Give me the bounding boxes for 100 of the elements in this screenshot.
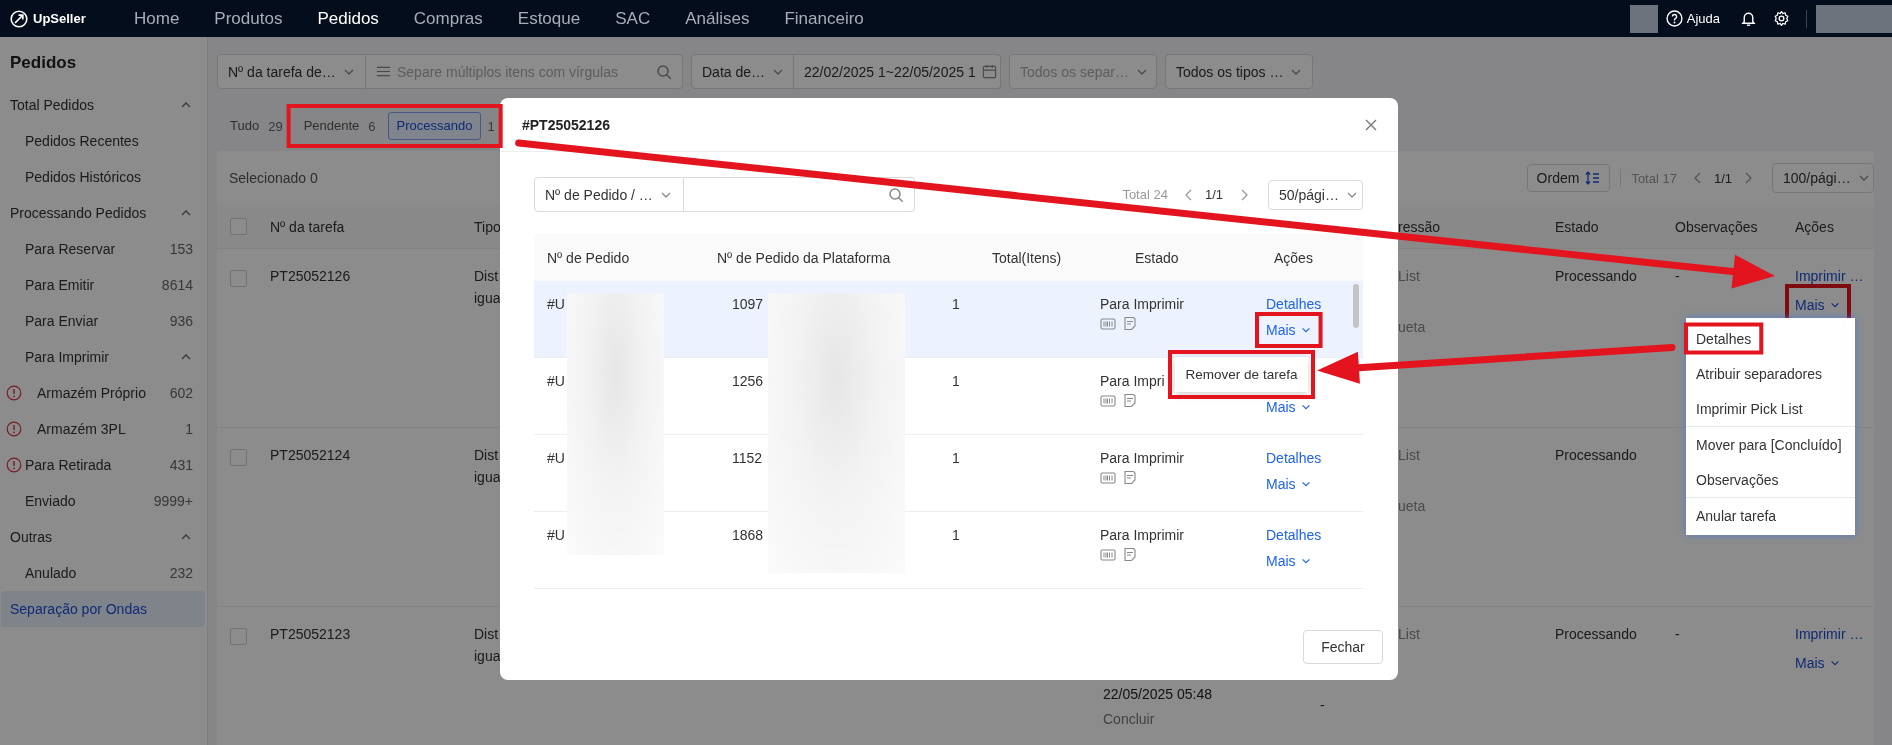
barcode-icon bbox=[1100, 470, 1116, 486]
item-count: 8614 bbox=[161, 277, 193, 293]
table-cell: 1 bbox=[952, 296, 960, 312]
page-size-dropdown[interactable]: 100/pági… bbox=[1772, 163, 1874, 193]
table-cell: #U bbox=[547, 296, 565, 312]
nav-link[interactable]: Financeiro bbox=[784, 8, 864, 29]
nav-link[interactable]: Pedidos bbox=[317, 8, 379, 29]
nav-link[interactable]: Produtos bbox=[214, 8, 283, 29]
sidebar-item[interactable]: Total Pedidos bbox=[0, 87, 205, 123]
brand-name: UpSeller bbox=[33, 11, 86, 26]
item-count: 153 bbox=[169, 241, 193, 257]
more-link[interactable]: Mais bbox=[1266, 473, 1312, 495]
sidebar-item[interactable]: Pedidos Recentes bbox=[0, 123, 205, 159]
table-cell: 1152 bbox=[732, 450, 763, 466]
total-count: Total 24 bbox=[1122, 187, 1168, 202]
close-button[interactable]: Fechar bbox=[1303, 630, 1383, 664]
column-header: Nº da tarefa bbox=[270, 218, 345, 235]
checkbox[interactable] bbox=[230, 218, 247, 236]
sidebar-item[interactable]: Pedidos Históricos bbox=[0, 159, 205, 195]
bell-icon[interactable] bbox=[1740, 10, 1757, 27]
column-header: Nº de Pedido da Plataforma bbox=[717, 249, 891, 266]
sidebar-item[interactable]: Processando Pedidos bbox=[0, 195, 205, 231]
column-header: Observações bbox=[1675, 218, 1758, 235]
sidebar-item[interactable]: Enviado 9999+ bbox=[0, 483, 205, 519]
nav-link[interactable]: SAC bbox=[615, 8, 651, 29]
table-cell-text: List bbox=[1398, 267, 1421, 286]
settings-icon[interactable] bbox=[1773, 10, 1790, 27]
sidebar-item[interactable]: Para Imprimir bbox=[0, 339, 205, 375]
menu-item[interactable]: Remover de tarefa bbox=[1175, 357, 1308, 392]
sidebar-item[interactable]: Para Reservar 153 bbox=[0, 231, 205, 267]
page-indicator: 1/1 bbox=[1713, 170, 1732, 186]
menu-item[interactable]: Detalhes bbox=[1686, 321, 1855, 356]
sidebar-item[interactable]: Para Retirada 431 bbox=[0, 447, 205, 483]
status-tab[interactable]: Pendente 6 bbox=[294, 112, 376, 140]
sidebar-item[interactable]: Armazém Próprio 602 bbox=[0, 375, 205, 411]
sidebar-item[interactable]: Para Enviar 936 bbox=[0, 303, 205, 339]
sort-button[interactable]: Ordem bbox=[1526, 164, 1611, 192]
status-tab[interactable]: Tudo 29 bbox=[221, 112, 283, 140]
nav-link[interactable]: Estoque bbox=[517, 8, 581, 29]
menu-item[interactable]: Imprimir Pick List bbox=[1686, 391, 1855, 426]
menu-item[interactable]: Anular tarefa bbox=[1686, 498, 1855, 533]
nav-link[interactable]: Compras bbox=[413, 8, 483, 29]
sidebar-title: Pedidos bbox=[10, 52, 78, 74]
table-cell: 1097 bbox=[732, 296, 764, 312]
dropdown[interactable]: Todos os tipos … bbox=[1165, 54, 1313, 89]
sidebar-item[interactable]: Outras bbox=[0, 519, 205, 555]
item-count: 1 bbox=[185, 421, 193, 437]
search-icon bbox=[656, 63, 672, 80]
menu-item[interactable]: Observações bbox=[1686, 462, 1855, 497]
column-header: Estado bbox=[1555, 218, 1599, 235]
details-link[interactable]: Detalhes bbox=[1266, 293, 1322, 315]
table-cell: Processando bbox=[1555, 447, 1637, 463]
date-range-field[interactable]: 22/02/2025 1~22/05/2025 1 bbox=[794, 54, 1001, 89]
sidebar-item[interactable]: Para Emitir 8614 bbox=[0, 267, 205, 303]
search-field[interactable] bbox=[684, 177, 915, 212]
table-cell: 1 bbox=[952, 527, 960, 543]
table-cell: #U bbox=[547, 373, 565, 389]
help-link[interactable]: Ajuda bbox=[1665, 10, 1720, 27]
dropdown[interactable]: Data de… bbox=[691, 54, 794, 89]
column-header: Ações bbox=[1795, 218, 1834, 235]
table-cell: 1 bbox=[952, 450, 960, 466]
more-link[interactable]: Mais bbox=[1266, 319, 1312, 341]
more-link[interactable]: Mais bbox=[1266, 396, 1312, 418]
nav-link[interactable]: Análises bbox=[685, 8, 750, 29]
sidebar-item[interactable]: Separação por Ondas bbox=[1, 591, 205, 627]
table-cell: Processando bbox=[1555, 268, 1637, 284]
account-placeholder[interactable] bbox=[1816, 4, 1892, 33]
print-link[interactable]: Imprimir … bbox=[1795, 265, 1864, 287]
total-count: Total 17 bbox=[1631, 170, 1677, 186]
checkbox[interactable] bbox=[230, 627, 247, 645]
details-link[interactable]: Detalhes bbox=[1266, 447, 1322, 469]
menu-item[interactable]: Mover para [Concluído] bbox=[1686, 427, 1855, 462]
checkbox[interactable] bbox=[230, 269, 247, 287]
sidebar-item[interactable]: Armazém 3PL 1 bbox=[0, 411, 205, 447]
checkbox[interactable] bbox=[230, 448, 247, 466]
document-icon bbox=[1122, 316, 1138, 332]
nav-link[interactable]: Home bbox=[134, 8, 180, 29]
scrollbar[interactable] bbox=[1353, 284, 1359, 328]
dropdown[interactable]: Nº de Pedido / … bbox=[534, 177, 684, 212]
more-link[interactable]: Mais bbox=[1795, 294, 1841, 316]
more-link[interactable]: Mais bbox=[1795, 652, 1841, 674]
avatar-placeholder[interactable] bbox=[1629, 4, 1658, 33]
table-cell-text: Dist igua bbox=[474, 625, 501, 666]
table-cell: Para Imprimir bbox=[1100, 296, 1184, 312]
table-cell-text: List bbox=[1398, 625, 1421, 644]
list-icon bbox=[376, 64, 391, 79]
document-icon bbox=[1122, 547, 1138, 563]
table-cell: PT25052124 bbox=[270, 447, 351, 463]
page-size-dropdown[interactable]: 50/pági… bbox=[1268, 179, 1363, 210]
item-count: 936 bbox=[169, 313, 193, 329]
item-count: 602 bbox=[169, 385, 193, 401]
details-link[interactable]: Detalhes bbox=[1266, 524, 1322, 546]
table-cell: - bbox=[1675, 268, 1680, 284]
dropdown[interactable]: Nº da tarefa de… bbox=[217, 54, 366, 89]
print-link[interactable]: Imprimir … bbox=[1795, 623, 1864, 645]
sidebar-item[interactable]: Anulado 232 bbox=[0, 555, 205, 591]
table-cell-text: List bbox=[1398, 446, 1421, 465]
menu-item[interactable]: Atribuir separadores bbox=[1686, 356, 1855, 391]
table-cell: - bbox=[1675, 626, 1680, 642]
more-link[interactable]: Mais bbox=[1266, 550, 1312, 572]
